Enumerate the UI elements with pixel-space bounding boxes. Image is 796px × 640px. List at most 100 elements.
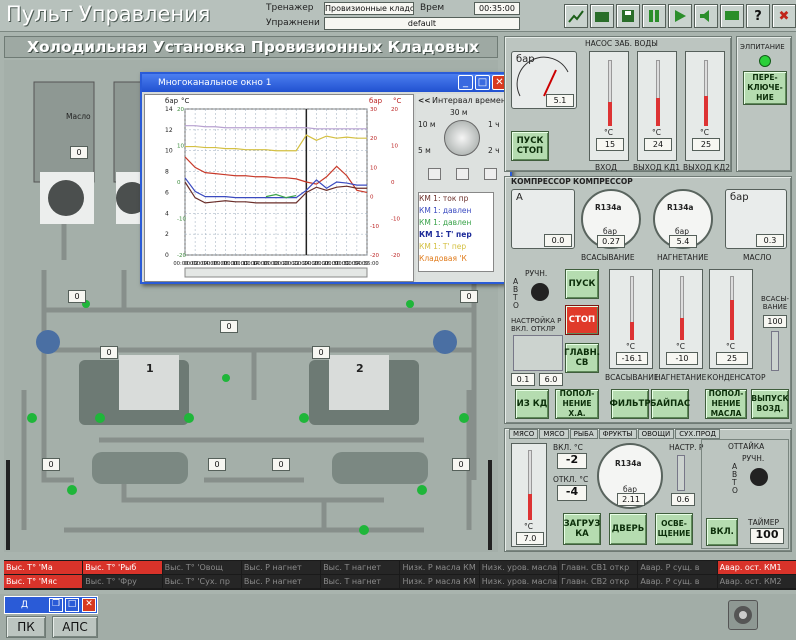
air-release-button[interactable]: ВЫПУСК ВОЗД. [751,389,789,419]
defrost-on-button[interactable]: ВКЛ. [706,518,738,546]
legend-item[interactable]: КМ 1: давлен [419,205,493,217]
time-label: Врем [420,3,445,13]
lighting-button[interactable]: ОСВЕ- ЩЕНИЕ [655,513,693,545]
pump-panel: НАСОС ЗАБ. ВОДЫ бар 5.1 ПУСК СТОП °C 15 … [504,36,732,172]
playback-buttons [428,168,498,182]
tab-fruits[interactable]: ФРУКТЫ [598,429,637,439]
alarm-item: Выс. Т нагнет [321,561,400,574]
interval-label: Интервал времен [432,96,507,105]
minimized-window-title: Д [21,600,29,610]
y2-tick-label: -20 [177,253,186,259]
legend-item[interactable]: КМ 1: Т' пер [419,229,493,241]
bypass-button[interactable]: БАЙПАС [650,389,690,419]
legend-item[interactable]: Кладовая 'К [419,253,493,265]
horn-icon[interactable] [728,600,758,630]
close-icon[interactable]: ✕ [82,598,96,612]
switch-button[interactable]: ПЕРЕ- КЛЮЧЕ- НИЕ [743,71,787,105]
tab-vegetables[interactable]: ОВОЩИ [637,429,675,439]
maximize-icon[interactable]: □ [65,598,79,612]
trend-chart[interactable]: 00:00:00 00:02:00 00:04:00 00:06:00 00:08:00… [144,94,414,282]
maximize-button[interactable]: □ [475,75,490,90]
folder-icon[interactable] [590,4,614,28]
loading-button[interactable]: ЗАГРУЗ КА [563,513,601,545]
from-condenser-button[interactable]: ИЗ КД [515,389,549,419]
refill-refrigerant-button[interactable]: ПОПОЛ- НЕНИЕ Х.А. [555,389,599,419]
timer-value[interactable]: 100 [750,528,784,544]
discharge-value: 5.4 [669,235,697,248]
tab-meat[interactable]: МЯСО [509,429,539,439]
minimized-window[interactable]: Д ❐ □ ✕ [4,596,98,614]
temp-value-3: 0 [42,458,60,471]
sound-icon[interactable] [694,4,718,28]
restore-icon[interactable]: ❐ [49,598,63,612]
alarm-strip: Выс. Т° 'Ма Выс. Т° 'Рыб Выс. Т° 'Овощ Выс.… [4,560,796,590]
rewind-icon[interactable] [428,168,441,180]
suction-temp-unit: °C [626,342,635,351]
room-pressure-gauge: R134a бар 2.11 [597,443,663,509]
app-title: Пульт Управления [6,2,211,26]
pressure-value-2: 0 [460,290,478,303]
setting-title: НАСТРОЙКА Р [511,317,562,325]
setting-sliders[interactable] [513,335,563,371]
defrost-knob-icon[interactable] [750,468,768,486]
set-pressure-slider[interactable] [677,455,685,491]
suction-slider-value[interactable]: 100 [763,315,787,328]
tab-fish[interactable]: РЫБА [569,429,598,439]
pressure-value-3: 0 [220,320,238,333]
message-icon[interactable] [720,4,744,28]
pump-start-stop-button[interactable]: ПУСК СТОП [511,131,549,161]
forward-icon[interactable] [484,168,497,180]
play-icon[interactable] [668,4,692,28]
camera-icon[interactable] [456,168,469,180]
pause-icon[interactable] [642,4,666,28]
tab-dry[interactable]: СУХ.ПРОД [675,429,720,439]
tab-meat-2[interactable]: МЯСО [539,429,569,439]
multichannel-window[interactable]: Многоканальное окно 1 _ □ ✕ 00:00:00 00:0… [140,72,512,284]
legend-item[interactable]: КМ 1: Т' пер [419,241,493,253]
discharge-temp-unit: °C [676,342,685,351]
alarm-item: Выс. Т° 'Овощ [162,561,241,574]
ammeter-unit: A [516,192,523,203]
door-button[interactable]: ДВЕРЬ [609,513,647,545]
legend-item[interactable]: КМ 1: ток пр [419,193,493,205]
legend-list[interactable]: КМ 1: ток пр КМ 1: давлен КМ 1: давлен К… [418,192,494,272]
discharge-label: НАГНЕТАНИЕ [657,253,709,262]
interval-dial[interactable] [444,120,480,156]
refill-oil-button[interactable]: ПОПОЛ- НЕНИЕ МАСЛА [705,389,747,419]
main-valve-button[interactable]: ГЛАВН. СВ [564,343,600,373]
legend-item[interactable]: КМ 1: давлен [419,217,493,229]
suction-temp-label: ВСАСЫВАНИЕ [605,373,659,382]
nav-arrow[interactable]: << [418,96,431,105]
alarm-item: Выс. Т° 'Ма [4,561,83,574]
help-icon[interactable]: ? [746,4,770,28]
mode-knob-icon[interactable] [531,283,549,301]
filter-button[interactable]: ФИЛЬТР [609,389,651,419]
unit-left-2: °C [181,97,190,105]
kd1-thermometer: °C 24 [637,51,677,161]
setting-unit: Р [551,325,556,333]
alarm-item: Низк. уров. масла КМ [479,575,559,588]
oil-gauge: бар 0.3 [725,189,787,249]
aps-button[interactable]: АПС [52,616,98,638]
save-icon[interactable] [616,4,640,28]
on-value[interactable]: -2 [557,453,587,469]
room-temp-unit: °C [524,522,533,531]
minimize-button[interactable]: _ [458,75,473,90]
exercise-field: default [324,17,520,30]
chart-icon[interactable] [564,4,588,28]
suction-slider[interactable] [771,331,779,371]
chart-scrollbar [184,267,368,278]
y3-tick-label: -10 [370,224,379,230]
compressor-start-button[interactable]: ПУСК [565,269,599,299]
pk-button[interactable]: ПК [6,616,46,638]
y-tick-label: 6 [165,189,169,196]
compressor-stop-button[interactable]: СТОП [565,305,599,335]
suction-temp-value: -16.1 [616,352,648,365]
suction-label: ВСАСЫВАНИЕ [581,253,635,262]
temp-value-1: 0 [208,458,226,471]
mode-selector[interactable]: РУЧН. A B T O [511,269,559,311]
exit-icon[interactable]: ✖ [772,4,796,28]
off-value[interactable]: -4 [557,485,587,501]
discharge-thermometer: °C -10 [659,269,703,369]
y2-tick-label: 0 [177,180,181,186]
